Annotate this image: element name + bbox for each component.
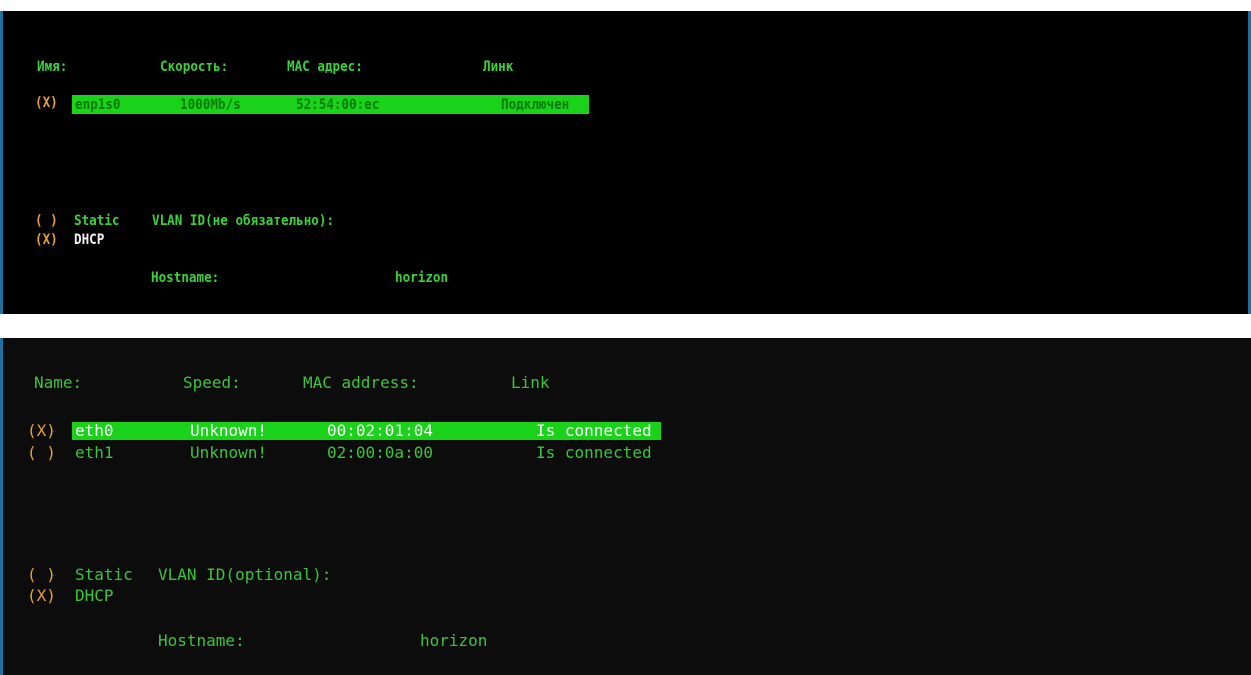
interface-speed: Unknown! [190, 443, 268, 462]
static-label: Static [75, 565, 133, 584]
dhcp-label: DHCP [75, 586, 114, 605]
interface-name: enp1s0 [75, 97, 121, 113]
interface-link-status: Is connected [536, 421, 652, 440]
column-header-speed: Speed: [183, 373, 241, 392]
interface-mac: 00:02:01:04 [327, 421, 433, 440]
window-frame-left [0, 338, 3, 675]
interface-name[interactable]: eth1 [75, 445, 114, 461]
interface-name: eth0 [75, 421, 114, 440]
window-frame-left [0, 11, 3, 314]
column-header-speed: Скорость: [160, 59, 229, 75]
hostname-label: Hostname: [151, 270, 220, 286]
interface-link-status: Подключен [501, 97, 570, 113]
interface-link-status: Is connected [536, 443, 652, 462]
column-header-mac: MAC адрес: [287, 59, 363, 75]
column-header-link: Линк [483, 59, 514, 75]
interface-radio[interactable]: (X) [35, 96, 58, 110]
static-label: Static [74, 213, 120, 229]
static-radio[interactable]: ( ) [27, 567, 56, 583]
terminal-english: Name: Speed: MAC address: Link (X) eth0 … [0, 338, 1251, 675]
dhcp-radio[interactable]: (X) [35, 233, 58, 247]
column-header-mac: MAC address: [303, 373, 419, 392]
vlan-id-label: VLAN ID(optional): [158, 565, 332, 584]
vlan-id-label: VLAN ID(не обязательно): [152, 213, 335, 229]
hostname-label: Hostname: [158, 631, 245, 650]
dhcp-radio[interactable]: (X) [27, 588, 56, 604]
interface-radio[interactable]: ( ) [27, 445, 56, 461]
column-header-name: Имя: [37, 59, 68, 75]
interface-mac: 02:00:0a:00 [327, 443, 433, 462]
static-radio[interactable]: ( ) [35, 214, 58, 228]
column-header-link: Link [511, 373, 550, 392]
column-header-name: Name: [34, 373, 83, 392]
dhcp-label: DHCP [74, 232, 105, 248]
interface-speed: 1000Mb/s [180, 97, 241, 113]
interface-radio[interactable]: (X) [27, 423, 56, 439]
interface-speed: Unknown! [190, 421, 268, 440]
interface-mac: 52:54:00:ec [296, 97, 380, 113]
terminal-russian: Имя: Скорость: MAC адрес: Линк (X) enp1s… [0, 11, 1251, 314]
hostname-field[interactable]: horizon [420, 633, 487, 649]
hostname-field[interactable]: horizon [395, 271, 448, 285]
